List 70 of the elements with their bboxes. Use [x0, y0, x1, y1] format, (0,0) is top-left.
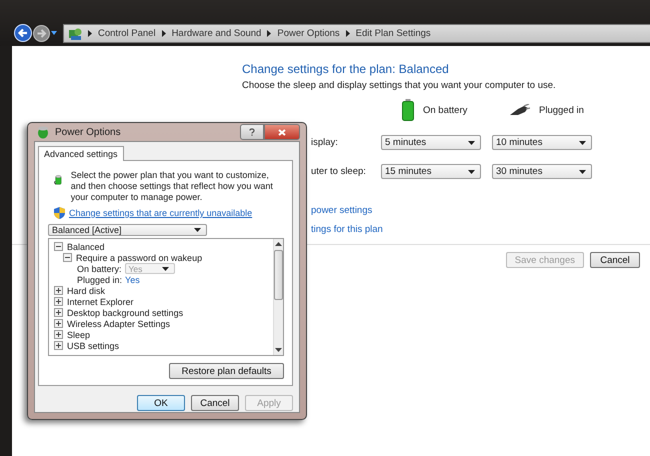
- settings-link[interactable]: tings for this plan: [311, 224, 383, 235]
- power-options-icon: [36, 125, 50, 139]
- setting-label: isplay:: [311, 137, 338, 148]
- expand-icon[interactable]: [54, 308, 63, 317]
- expand-icon[interactable]: [54, 286, 63, 295]
- tree-item[interactable]: Internet Explorer: [67, 296, 134, 306]
- shield-icon: [54, 207, 65, 219]
- column-label: Plugged in: [539, 104, 584, 116]
- column-label: On battery: [423, 104, 468, 116]
- collapse-icon[interactable]: [54, 242, 63, 251]
- tree-item[interactable]: Wireless Adapter Settings: [67, 318, 170, 328]
- address-bar[interactable]: Control Panel Hardware and Sound Power Options Edit Plan Settings: [63, 24, 650, 43]
- control-panel-icon: [68, 26, 82, 40]
- caret-icon: [468, 170, 475, 174]
- breadcrumb-item[interactable]: Edit Plan Settings: [356, 28, 431, 39]
- change-settings-link[interactable]: Change settings that are currently unavailable: [69, 208, 252, 218]
- page-subtitle: Choose the sleep and display settings that you want your computer to use.: [242, 80, 557, 91]
- page-title: Change settings for the plan: Balanced: [242, 61, 450, 77]
- caret-icon: [468, 140, 475, 144]
- chevron-icon: [267, 30, 272, 37]
- tree-item[interactable]: Require a password on wakeup: [76, 252, 202, 262]
- scroll-down-icon: [275, 348, 282, 352]
- breadcrumb-item[interactable]: Control Panel: [98, 28, 156, 39]
- settings-link[interactable]: power settings: [311, 205, 372, 216]
- setting-label: On battery:: [77, 264, 122, 274]
- restore-defaults-button[interactable]: Restore plan defaults: [169, 363, 284, 379]
- expand-icon[interactable]: [54, 319, 63, 328]
- chevron-icon: [346, 30, 350, 37]
- setting-label: uter to sleep:: [311, 166, 366, 177]
- time-dropdown[interactable]: 30 minutes: [492, 164, 592, 179]
- plan-dropdown[interactable]: Balanced [Active]: [48, 224, 207, 236]
- value-dropdown: Yes: [124, 263, 175, 274]
- caret-icon: [579, 140, 586, 144]
- tree-item[interactable]: Hard disk: [67, 286, 106, 296]
- chevron-icon: [88, 30, 92, 37]
- dropdown-caret-icon[interactable]: [51, 31, 57, 35]
- scroll-up-icon: [275, 242, 282, 246]
- scrollbar[interactable]: [273, 239, 283, 355]
- caret-icon: [194, 228, 201, 232]
- expand-icon[interactable]: [54, 330, 63, 339]
- expand-icon[interactable]: [54, 297, 63, 306]
- close-button[interactable]: [264, 124, 300, 140]
- close-icon: [278, 128, 286, 136]
- tree-item[interactable]: Sleep: [67, 330, 90, 340]
- setting-label: Plugged in:: [77, 274, 122, 284]
- settings-tab[interactable]: Advanced settings: [38, 146, 124, 161]
- expand-icon[interactable]: [54, 341, 63, 350]
- collapse-icon[interactable]: [63, 253, 72, 262]
- dialog-title: Power Options: [55, 126, 122, 138]
- time-dropdown[interactable]: 5 minutes: [381, 135, 481, 150]
- breadcrumb-item[interactable]: Power Options: [277, 28, 340, 39]
- tree-item[interactable]: USB settings: [67, 340, 120, 350]
- time-dropdown[interactable]: 10 minutes: [492, 135, 592, 150]
- time-dropdown[interactable]: 15 minutes: [381, 164, 481, 179]
- dialog-button[interactable]: OK: [137, 395, 185, 411]
- power-plug-icon: [508, 104, 530, 116]
- intro-text: Select the power plan that you want to customize, and then choose settings that reflect how you want your computer to manage power.: [70, 170, 274, 203]
- dialog-button[interactable]: Cancel: [191, 395, 239, 411]
- breadcrumb-item[interactable]: Hardware and Sound: [172, 28, 262, 39]
- action-button[interactable]: Cancel: [590, 252, 640, 268]
- tree-item[interactable]: Balanced: [67, 242, 105, 252]
- chevron-icon: [162, 30, 166, 37]
- tree-item[interactable]: Desktop background settings: [67, 308, 184, 318]
- scroll-thumb[interactable]: [274, 250, 283, 300]
- help-button[interactable]: [240, 124, 264, 140]
- caret-icon: [162, 266, 169, 270]
- battery-icon: [402, 99, 414, 121]
- question-mark-icon: [249, 128, 255, 136]
- caret-icon: [579, 170, 586, 174]
- value-link[interactable]: Yes: [125, 274, 140, 284]
